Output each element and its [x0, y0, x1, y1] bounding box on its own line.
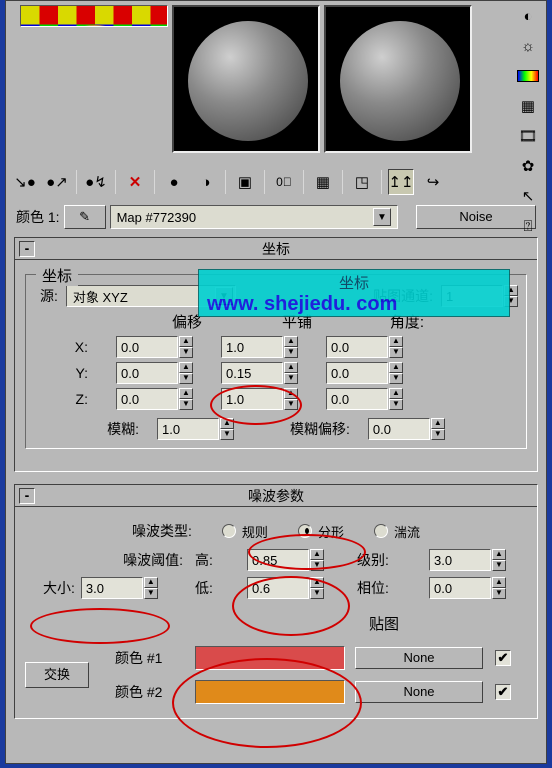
eyedropper-icon[interactable]: ✎ [64, 205, 106, 229]
levels-label: 级别: [357, 550, 417, 570]
select-by-material-icon[interactable]: ↖ [517, 185, 539, 207]
material-editor-panel: ◐ ☼ ▦ 🎞 ✿ ↖ ⍰ ↘● ●↗ ●↯ ✕ ● ◑ ▣ 0⃣ ▦ ◳ ↥↥… [5, 0, 547, 764]
radio-turbulence[interactable]: 湍流 [374, 522, 420, 541]
y-label: Y: [64, 365, 88, 381]
collapse-icon[interactable]: - [19, 488, 35, 504]
color1-swatch[interactable] [195, 646, 345, 670]
get-material-icon[interactable]: ↘● [12, 169, 38, 195]
source-value: 对象 XYZ [73, 287, 128, 306]
rollout-coordinates-header[interactable]: - 坐标 [15, 238, 537, 260]
blur-offset-label: 模糊偏移: [290, 419, 350, 439]
sample-uv-icon[interactable]: ▦ [517, 95, 539, 117]
low-spinner[interactable]: ▲▼ [247, 577, 345, 599]
put-to-library-icon[interactable]: ▣ [232, 169, 258, 195]
horizontal-toolbar: ↘● ●↗ ●↯ ✕ ● ◑ ▣ 0⃣ ▦ ◳ ↥↥ ↪ [12, 165, 540, 199]
blur-spinner[interactable]: ▲▼ [157, 418, 234, 440]
tiling-x-spinner[interactable]: ▲▼ [221, 336, 298, 358]
make-unique-icon[interactable]: ◑ [193, 169, 219, 195]
offset-y-spinner[interactable]: ▲▼ [116, 362, 193, 384]
tiling-z-spinner[interactable]: ▲▼ [221, 388, 298, 410]
assign-to-selection-icon[interactable]: ●↯ [83, 169, 109, 195]
color2-swatch[interactable] [195, 680, 345, 704]
blur-offset-spinner[interactable]: ▲▼ [368, 418, 445, 440]
threshold-label: 噪波阈值: [43, 550, 183, 570]
rollout-noise-title: 噪波参数 [248, 488, 304, 504]
low-label: 低: [195, 578, 235, 598]
backlight-icon[interactable]: ☼ [517, 35, 539, 57]
put-material-icon[interactable]: ●↗ [44, 169, 70, 195]
z-label: Z: [64, 391, 88, 407]
offset-z-spinner[interactable]: ▲▼ [116, 388, 193, 410]
levels-spinner[interactable]: ▲▼ [429, 549, 527, 571]
delete-icon[interactable]: ✕ [122, 169, 148, 195]
source-label: 源: [40, 286, 58, 306]
angle-z-spinner[interactable]: ▲▼ [326, 388, 403, 410]
color1-label: 颜色 #1 [115, 648, 185, 668]
rollout-coordinates-title: 坐标 [262, 241, 290, 257]
size-label: 大小: [43, 578, 75, 598]
color2-map-enable-checkbox[interactable]: ✔ [495, 684, 511, 700]
sample-type-icon[interactable]: ◐ [517, 5, 539, 27]
color1-map-enable-checkbox[interactable]: ✔ [495, 650, 511, 666]
color1-map-button[interactable]: None [355, 647, 483, 669]
blur-label: 模糊: [107, 419, 139, 439]
preview-row [6, 1, 546, 153]
noise-type-label: 噪波类型: [132, 521, 192, 541]
offset-x-spinner[interactable]: ▲▼ [116, 336, 193, 358]
map-name-dropdown-icon[interactable]: ▼ [373, 208, 391, 226]
rollout-noise-header[interactable]: - 噪波参数 [15, 485, 537, 507]
video-check-icon[interactable]: 🎞 [517, 125, 539, 147]
high-spinner[interactable]: ▲▼ [247, 549, 345, 571]
watermark-overlay: 坐标 www. shejiedu. com [198, 269, 510, 317]
color2-map-button[interactable]: None [355, 681, 483, 703]
color2-label: 颜色 #2 [115, 682, 185, 702]
material-name-row: 颜色 1: ✎ Map #772390 ▼ Noise [16, 205, 536, 229]
make-copy-icon[interactable]: ● [161, 169, 187, 195]
background-icon[interactable] [517, 65, 539, 87]
go-forward-icon[interactable]: ↪ [420, 169, 446, 195]
slot-label: 颜色 1: [16, 207, 60, 227]
coordinates-legend: 坐标 [36, 265, 78, 286]
map-name-text: Map #772390 [117, 210, 373, 225]
angle-y-spinner[interactable]: ▲▼ [326, 362, 403, 384]
preview-slot-3[interactable] [324, 5, 472, 153]
tiling-y-spinner[interactable]: ▲▼ [221, 362, 298, 384]
material-id-icon[interactable]: 0⃣ [271, 169, 297, 195]
vertical-toolbar: ◐ ☼ ▦ 🎞 ✿ ↖ ⍰ [514, 5, 542, 237]
collapse-icon[interactable]: - [19, 241, 35, 257]
x-label: X: [64, 339, 88, 355]
angle-x-spinner[interactable]: ▲▼ [326, 336, 403, 358]
options-icon[interactable]: ✿ [517, 155, 539, 177]
phase-spinner[interactable]: ▲▼ [429, 577, 527, 599]
rollout-noise-params: - 噪波参数 噪波类型: 规则 分形 湍流 噪波阈值: 高: ▲▼ 级别: ▲▼… [14, 484, 538, 719]
size-spinner[interactable]: ▲▼ [81, 577, 158, 599]
preview-slot-1[interactable] [20, 5, 168, 27]
go-to-parent-icon[interactable]: ↥↥ [388, 169, 414, 195]
show-end-result-icon[interactable]: ◳ [349, 169, 375, 195]
phase-label: 相位: [357, 578, 417, 598]
show-in-viewport-icon[interactable]: ▦ [310, 169, 336, 195]
swap-button[interactable]: 交换 [25, 662, 89, 688]
radio-fractal[interactable]: 分形 [298, 522, 344, 541]
radio-regular[interactable]: 规则 [222, 522, 268, 541]
preview-slot-2[interactable] [172, 5, 320, 153]
high-label: 高: [195, 550, 235, 570]
maps-header: 贴图 [369, 613, 527, 634]
map-name-field[interactable]: Map #772390 ▼ [110, 205, 398, 229]
material-map-nav-icon[interactable]: ⍰ [517, 215, 539, 237]
